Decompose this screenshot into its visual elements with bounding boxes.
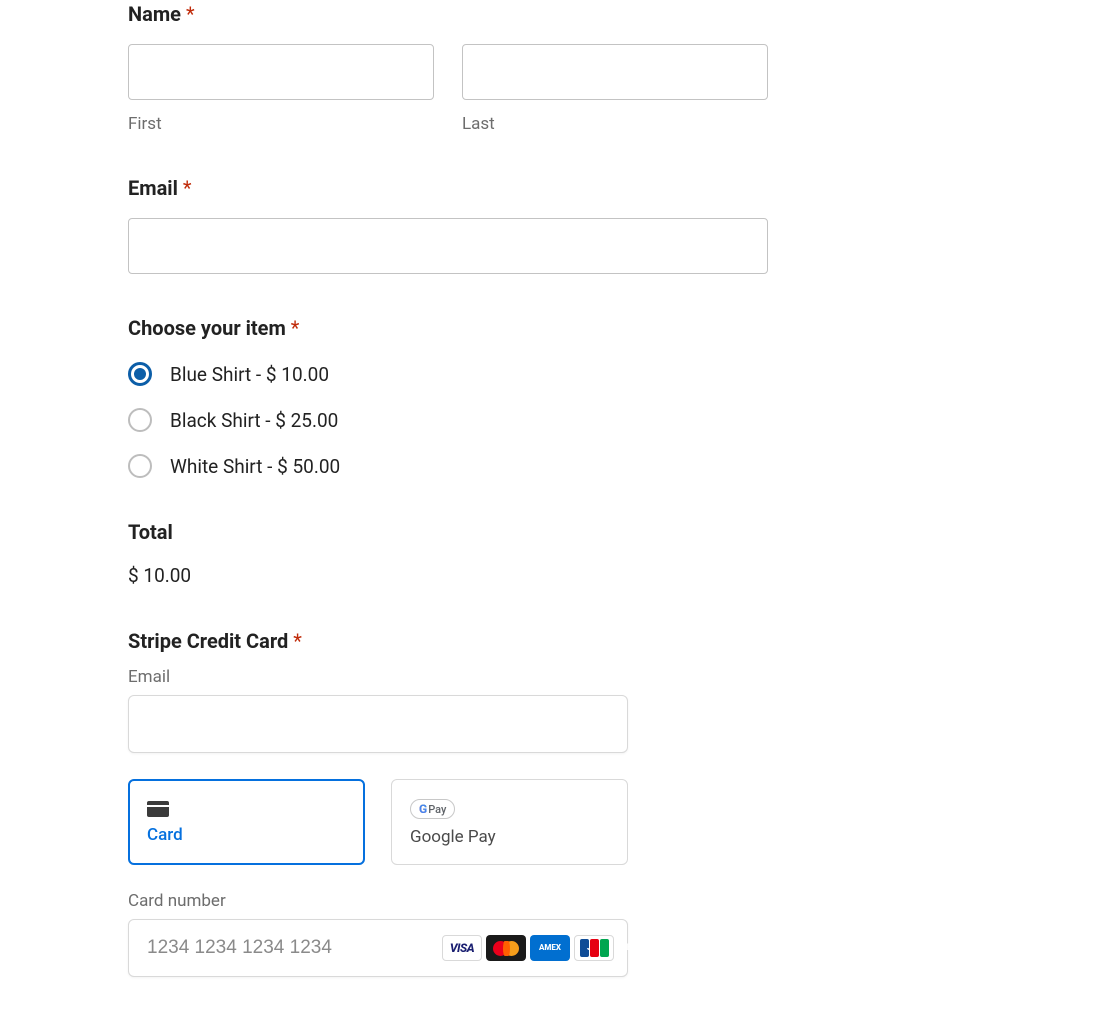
visa-icon: VISA (442, 935, 482, 961)
radio-label: Blue Shirt - $ 10.00 (170, 363, 329, 386)
email-label-text: Email (128, 176, 178, 200)
first-name-sublabel: First (128, 114, 434, 134)
radio-label: Black Shirt - $ 25.00 (170, 409, 338, 432)
stripe-label-text: Stripe Credit Card (128, 629, 288, 653)
payment-method-gpay-label: Google Pay (410, 827, 609, 847)
required-marker: * (186, 2, 195, 26)
stripe-email-label: Email (128, 667, 628, 687)
item-choice-label: Choose your item * (128, 316, 768, 340)
stripe-section: Stripe Credit Card * Email Card G Pay Go… (128, 629, 768, 977)
radio-icon-unchecked (128, 408, 152, 432)
first-name-input[interactable] (128, 44, 434, 100)
name-label: Name * (128, 2, 768, 26)
radio-icon-checked (128, 362, 152, 386)
mastercard-icon (486, 935, 526, 961)
gpay-pay: Pay (428, 803, 446, 816)
payment-method-card[interactable]: Card (128, 779, 365, 865)
card-number-label: Card number (128, 891, 628, 911)
required-marker: * (183, 176, 192, 200)
stripe-email-input[interactable] (128, 695, 628, 753)
email-label: Email * (128, 176, 768, 200)
stripe-label: Stripe Credit Card * (128, 629, 768, 653)
payment-method-google-pay[interactable]: G Pay Google Pay (391, 779, 628, 865)
card-brand-icons: VISA AMEX J C B (442, 935, 614, 961)
name-label-text: Name (128, 2, 181, 26)
radio-icon-unchecked (128, 454, 152, 478)
email-input[interactable] (128, 218, 768, 274)
total-value: $ 10.00 (128, 564, 768, 587)
item-choice-group: Choose your item * Blue Shirt - $ 10.00 … (128, 316, 768, 478)
radio-option-blue-shirt[interactable]: Blue Shirt - $ 10.00 (128, 362, 768, 386)
total-group: Total $ 10.00 (128, 520, 768, 587)
email-field-group: Email * (128, 176, 768, 274)
radio-option-white-shirt[interactable]: White Shirt - $ 50.00 (128, 454, 768, 478)
name-field-group: Name * First Last (128, 2, 768, 134)
jcb-icon: J C B (574, 935, 614, 961)
payment-method-card-label: Card (147, 825, 346, 845)
required-marker: * (291, 316, 300, 340)
item-choice-label-text: Choose your item (128, 316, 286, 340)
total-label: Total (128, 520, 768, 544)
radio-label: White Shirt - $ 50.00 (170, 455, 340, 478)
required-marker: * (293, 629, 302, 653)
amex-icon: AMEX (530, 935, 570, 961)
gpay-g: G (419, 802, 427, 816)
last-name-input[interactable] (462, 44, 768, 100)
last-name-sublabel: Last (462, 114, 768, 134)
google-pay-icon: G Pay (410, 799, 455, 819)
radio-option-black-shirt[interactable]: Black Shirt - $ 25.00 (128, 408, 768, 432)
credit-card-icon (147, 801, 169, 817)
